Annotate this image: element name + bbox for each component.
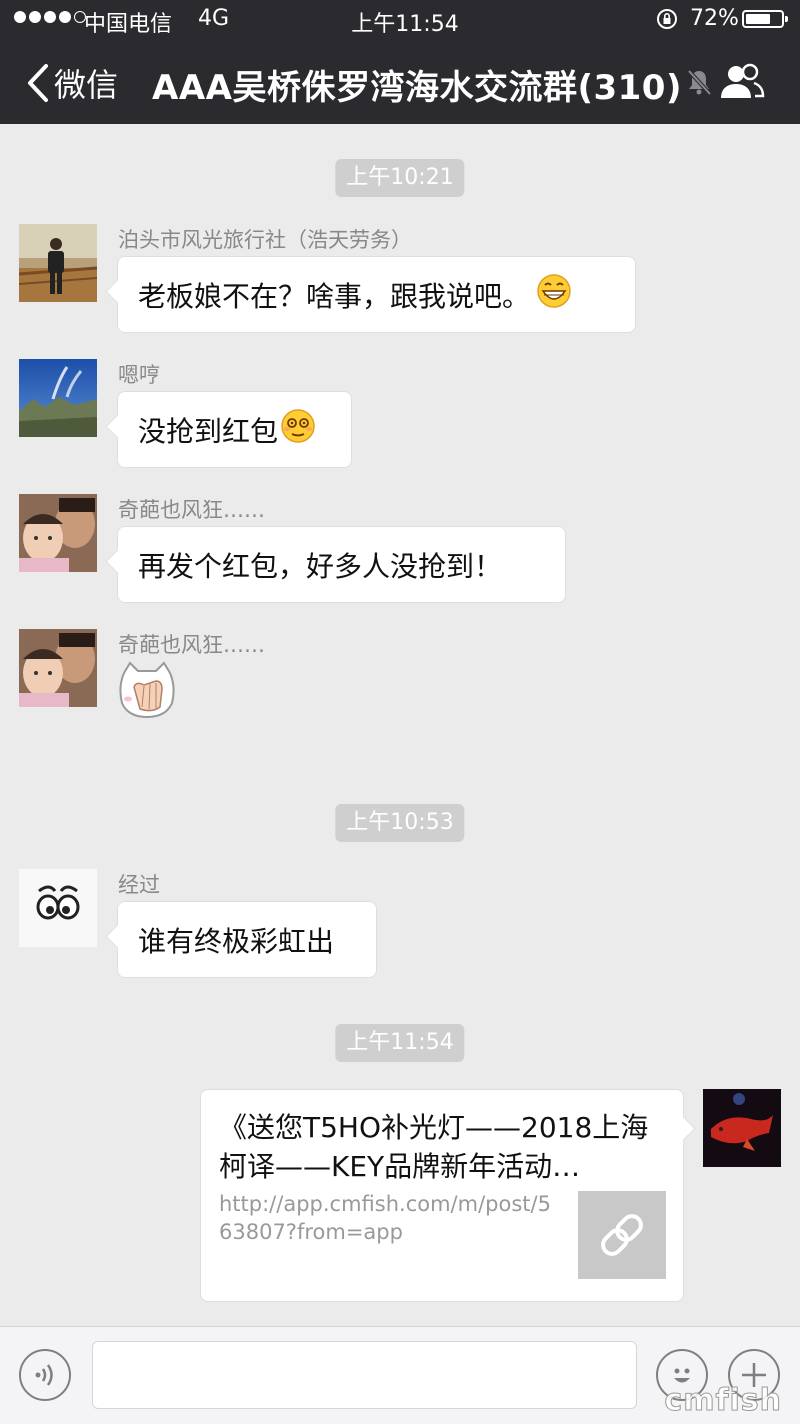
network-type: 4G (198, 6, 230, 31)
message-bubble[interactable]: 老板娘不在？啥事，跟我说吧。 (117, 256, 636, 333)
message-bubble[interactable]: 谁有终极彩虹出 (117, 901, 377, 978)
timestamp: 上午11:54 (335, 1024, 465, 1062)
link-thumbnail (578, 1191, 666, 1279)
message-text: 再发个红包，好多人没抢到！ (138, 549, 503, 583)
voice-button[interactable] (19, 1349, 71, 1401)
avatar[interactable] (19, 224, 97, 302)
sender-name: 奇葩也风狂…… (118, 633, 265, 657)
grinning-emoji-icon (536, 273, 572, 316)
page-title: AAA吴桥侏罗湾海水交流群(310) (152, 68, 682, 108)
chevron-left-icon (28, 64, 48, 102)
cat-facepalm-sticker[interactable] (116, 659, 178, 721)
avatar[interactable] (19, 359, 97, 437)
avatar[interactable] (19, 869, 97, 947)
timestamp: 上午10:53 (335, 804, 465, 842)
watermark: cmfish (664, 1383, 782, 1419)
input-bar: cmfish (0, 1326, 800, 1424)
link-title: 《送您T5HO补光灯——2018上海柯译——KEY品牌新年活动… (219, 1111, 649, 1183)
back-label: 微信 (54, 66, 119, 104)
link-icon (601, 1214, 643, 1256)
message-text: 谁有终极彩虹出 (138, 924, 335, 958)
dizzy-face-emoji-icon (280, 408, 316, 451)
link-card[interactable]: 《送您T5HO补光灯——2018上海柯译——KEY品牌新年活动… http://… (200, 1089, 684, 1302)
sender-name: 泊头市风光旅行社（浩天劳务） (118, 228, 412, 252)
voice-icon (35, 1364, 53, 1386)
group-members-icon[interactable] (718, 62, 766, 102)
status-time: 上午11:54 (351, 12, 459, 37)
sender-name: 经过 (118, 873, 160, 897)
carrier-name: 中国电信 (84, 12, 173, 37)
link-url: http://app.cmfish.com/m/post/563807?from… (219, 1192, 551, 1244)
nav-bar: 微信 AAA吴桥侏罗湾海水交流群(310) (0, 40, 800, 124)
avatar[interactable] (19, 494, 97, 572)
my-avatar[interactable] (703, 1089, 781, 1167)
message-text: 老板娘不在？啥事，跟我说吧。 (138, 279, 531, 313)
timestamp: 上午10:21 (335, 159, 465, 197)
status-bar: 中国电信 4G 上午11:54 72% (0, 0, 800, 40)
rotation-lock-icon (657, 9, 677, 29)
battery-percent: 72% (690, 6, 739, 31)
signal-strength-icon (14, 11, 86, 23)
message-text: 没抢到红包 (138, 414, 279, 448)
top-bar: 中国电信 4G 上午11:54 72% 微信 AAA吴桥侏罗湾海水交流群(310… (0, 0, 800, 124)
avatar[interactable] (19, 629, 97, 707)
sender-name: 奇葩也风狂…… (118, 498, 265, 522)
battery-icon (742, 10, 788, 28)
message-bubble[interactable]: 没抢到红包 (117, 391, 352, 468)
message-input[interactable] (92, 1341, 637, 1409)
message-bubble[interactable]: 再发个红包，好多人没抢到！ (117, 526, 566, 603)
mute-bell-icon (687, 69, 712, 96)
back-button[interactable]: 微信 (26, 60, 118, 106)
sender-name: 嗯哼 (118, 363, 160, 387)
